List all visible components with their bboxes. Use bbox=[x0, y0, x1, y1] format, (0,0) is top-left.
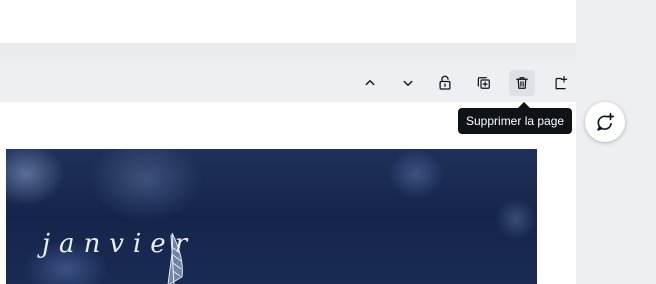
design-page[interactable]: janvier bbox=[6, 149, 537, 284]
trash-icon bbox=[516, 77, 528, 89]
add-page-button[interactable] bbox=[548, 70, 574, 96]
delete-page-button[interactable] bbox=[509, 70, 535, 96]
lock-open-icon bbox=[439, 75, 451, 90]
add-page-icon bbox=[555, 76, 568, 90]
comment-plus-icon bbox=[597, 112, 615, 131]
assistant-button[interactable] bbox=[585, 102, 625, 142]
page-toolbar bbox=[0, 62, 576, 102]
duplicate-page-button[interactable] bbox=[471, 70, 497, 96]
move-page-down-button[interactable] bbox=[395, 70, 421, 96]
tooltip: Supprimer la page bbox=[458, 108, 573, 134]
duplicate-icon bbox=[477, 77, 490, 89]
lock-page-button[interactable] bbox=[432, 70, 458, 96]
move-page-up-button[interactable] bbox=[357, 70, 383, 96]
chevron-down-icon bbox=[403, 80, 413, 86]
chevron-up-icon bbox=[365, 80, 375, 86]
right-margin bbox=[576, 0, 656, 284]
top-panel bbox=[0, 0, 576, 43]
feather-illustration bbox=[167, 232, 183, 284]
